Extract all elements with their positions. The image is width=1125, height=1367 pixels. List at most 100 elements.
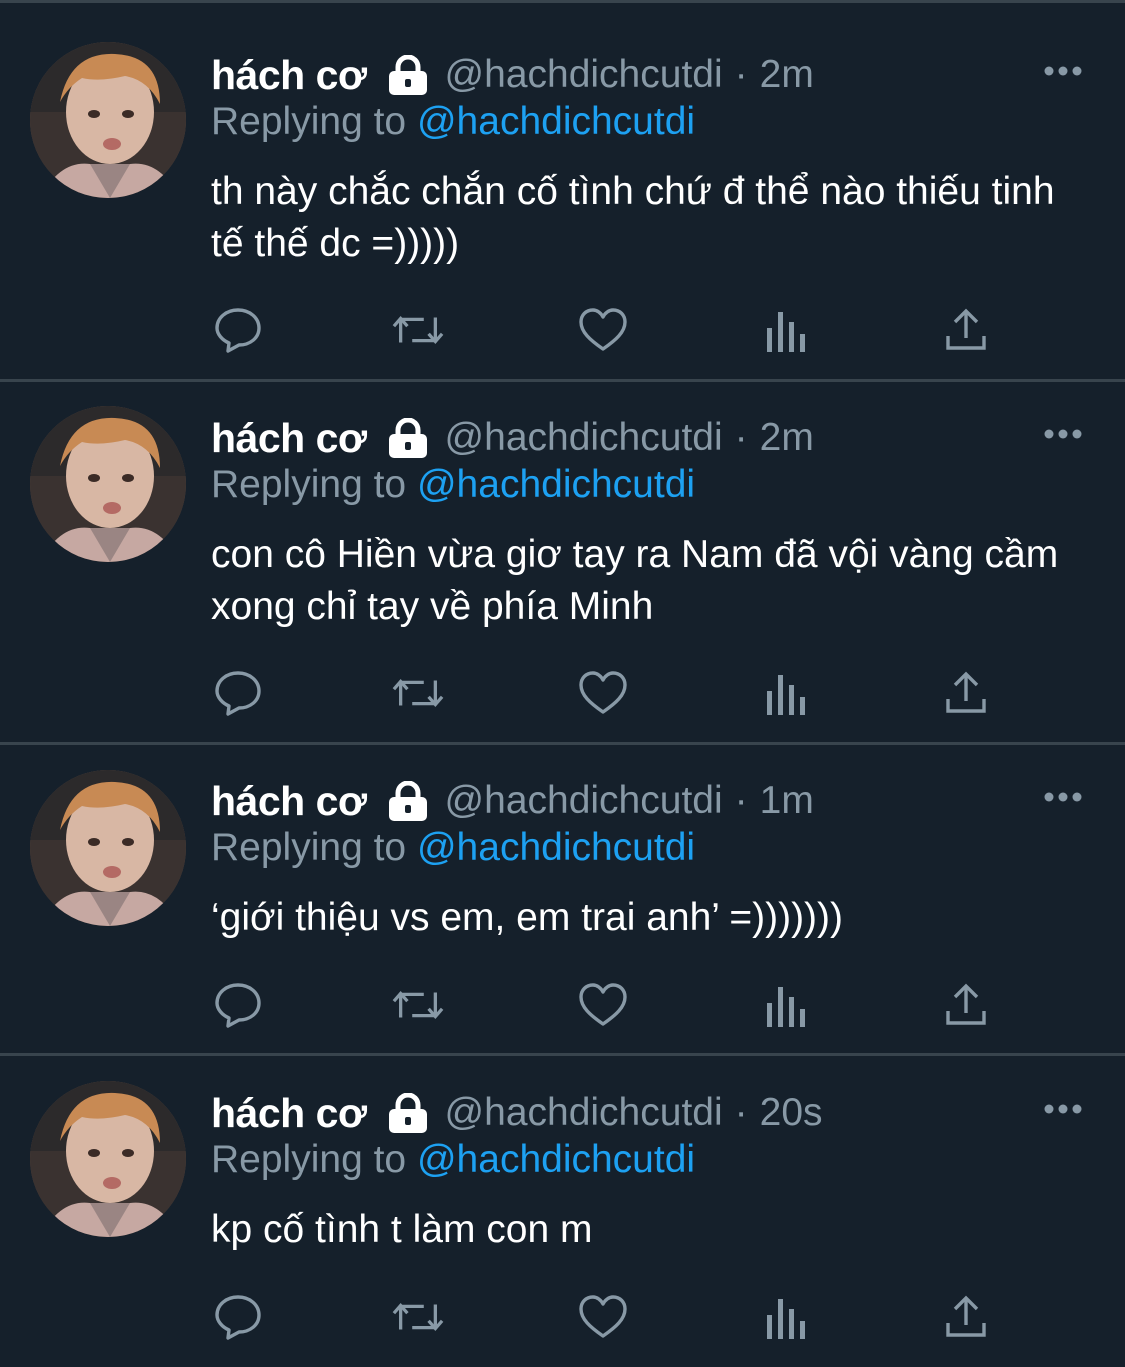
separator-dot: · (734, 416, 748, 459)
avatar-image (30, 406, 186, 562)
lock-icon (387, 417, 429, 458)
share-button[interactable] (939, 1290, 993, 1344)
like-icon (579, 671, 627, 714)
share-icon (946, 983, 986, 1025)
handle[interactable]: @hachdichcutdi (445, 779, 723, 823)
share-icon (946, 308, 986, 350)
share-icon (946, 671, 986, 713)
action-bar (211, 303, 1001, 357)
share-button[interactable] (939, 666, 993, 720)
analytics-icon (767, 1299, 805, 1339)
tweet[interactable]: hách cơ @hachdichcutdi · 2m Replying to … (0, 382, 1125, 745)
tweet-text: kp cố tình t làm con m (211, 1208, 593, 1251)
replying-to: Replying to @hachdichcutdi (211, 1138, 695, 1182)
more-icon[interactable] (1043, 64, 1083, 76)
lock-icon (387, 54, 429, 95)
replying-mention-link[interactable]: @hachdichcutdi (417, 463, 695, 506)
reply-icon (215, 308, 261, 353)
retweet-icon (392, 990, 444, 1020)
tweet[interactable]: hách cơ @hachdichcutdi · 20s Replying to… (0, 1056, 1125, 1367)
avatar[interactable] (30, 406, 186, 562)
share-icon (946, 1295, 986, 1337)
replying-prefix: Replying to (211, 1138, 407, 1181)
like-button[interactable] (576, 303, 630, 357)
tweet[interactable]: hách cơ @hachdichcutdi · 1m Replying to … (0, 745, 1125, 1056)
tweet-header: hách cơ @hachdichcutdi · 20s (211, 1088, 823, 1138)
more-icon[interactable] (1043, 1102, 1083, 1114)
replying-mention-link[interactable]: @hachdichcutdi (417, 1138, 695, 1181)
display-name[interactable]: hách cơ (211, 52, 367, 99)
retweet-button[interactable] (391, 1290, 445, 1344)
analytics-button[interactable] (759, 1290, 813, 1344)
handle[interactable]: @hachdichcutdi (445, 1091, 723, 1135)
tweet-header: hách cơ @hachdichcutdi · 2m (211, 50, 814, 100)
retweet-button[interactable] (391, 978, 445, 1032)
timestamp[interactable]: 1m (760, 779, 814, 823)
analytics-icon (767, 312, 805, 352)
handle[interactable]: @hachdichcutdi (445, 416, 723, 460)
avatar-image (30, 42, 186, 198)
analytics-button[interactable] (759, 978, 813, 1032)
avatar[interactable] (30, 42, 186, 198)
replying-mention-link[interactable]: @hachdichcutdi (417, 100, 695, 143)
action-bar (211, 666, 1001, 720)
display-name[interactable]: hách cơ (211, 1090, 367, 1137)
separator-dot: · (734, 53, 748, 96)
avatar[interactable] (30, 770, 186, 926)
more-icon[interactable] (1043, 427, 1083, 439)
avatar-image (30, 770, 186, 926)
share-button[interactable] (939, 303, 993, 357)
replying-prefix: Replying to (211, 463, 407, 506)
like-icon (579, 983, 627, 1026)
analytics-icon (767, 675, 805, 715)
analytics-icon (767, 987, 805, 1027)
replying-to: Replying to @hachdichcutdi (211, 463, 695, 507)
retweet-button[interactable] (391, 666, 445, 720)
retweet-icon (392, 315, 444, 345)
analytics-button[interactable] (759, 666, 813, 720)
reply-icon (215, 983, 261, 1028)
tweet-text: th này chắc chắn cố tình chứ đ thể nào t… (211, 170, 1055, 265)
handle[interactable]: @hachdichcutdi (445, 53, 723, 97)
reply-button[interactable] (211, 666, 265, 720)
display-name[interactable]: hách cơ (211, 415, 367, 462)
separator-dot: · (734, 779, 748, 822)
like-button[interactable] (576, 1290, 630, 1344)
more-icon[interactable] (1043, 790, 1083, 802)
timestamp[interactable]: 2m (760, 53, 814, 97)
tweet-header: hách cơ @hachdichcutdi · 1m (211, 776, 814, 826)
retweet-button[interactable] (391, 303, 445, 357)
reply-icon (215, 1295, 261, 1340)
timestamp[interactable]: 20s (760, 1091, 823, 1135)
tweet[interactable]: hách cơ @hachdichcutdi · 2m Replying to … (0, 0, 1125, 382)
like-icon (579, 308, 627, 351)
separator-dot: · (734, 1091, 748, 1134)
replying-to: Replying to @hachdichcutdi (211, 826, 695, 870)
like-icon (579, 1295, 627, 1338)
reply-button[interactable] (211, 978, 265, 1032)
lock-icon (387, 780, 429, 821)
tweet-text: con cô Hiền vừa giơ tay ra Nam đã vội và… (211, 533, 1059, 628)
replying-prefix: Replying to (211, 100, 407, 143)
share-button[interactable] (939, 978, 993, 1032)
replying-to: Replying to @hachdichcutdi (211, 100, 695, 144)
replying-prefix: Replying to (211, 826, 407, 869)
retweet-icon (392, 678, 444, 708)
like-button[interactable] (576, 666, 630, 720)
reply-button[interactable] (211, 1290, 265, 1344)
reply-button[interactable] (211, 303, 265, 357)
analytics-button[interactable] (759, 303, 813, 357)
action-bar (211, 1290, 1001, 1344)
lock-icon (387, 1092, 429, 1133)
replying-mention-link[interactable]: @hachdichcutdi (417, 826, 695, 869)
display-name[interactable]: hách cơ (211, 778, 367, 825)
tweet-text: ‘giới thiệu vs em, em trai anh’ =))))))) (211, 896, 844, 939)
avatar[interactable] (30, 1081, 186, 1237)
retweet-icon (392, 1302, 444, 1332)
action-bar (211, 978, 1001, 1032)
avatar-image (30, 1081, 186, 1237)
reply-icon (215, 671, 261, 716)
timestamp[interactable]: 2m (760, 416, 814, 460)
tweet-header: hách cơ @hachdichcutdi · 2m (211, 413, 814, 463)
like-button[interactable] (576, 978, 630, 1032)
